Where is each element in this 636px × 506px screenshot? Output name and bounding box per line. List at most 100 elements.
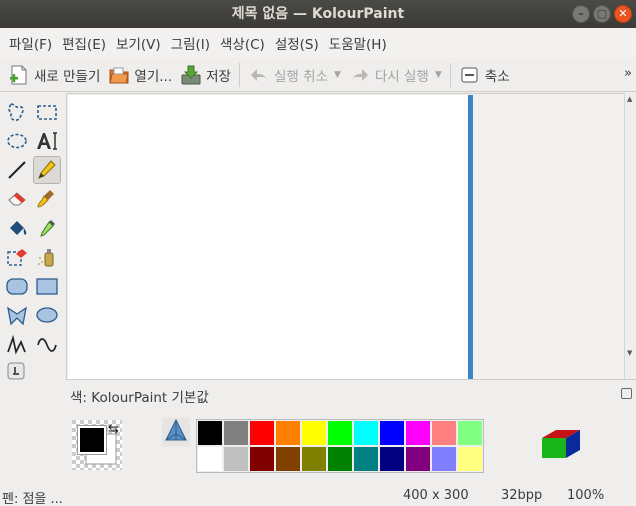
- pen-tool-icon: [38, 160, 56, 179]
- redo-button[interactable]: 다시 실행 ▼: [345, 61, 446, 89]
- ellipse-tool[interactable]: [34, 302, 60, 328]
- zoom-out-button[interactable]: 축소: [455, 61, 514, 89]
- rectangle-tool[interactable]: [34, 273, 60, 299]
- menu-bar: 파일(F) 편집(E) 보기(V) 그림(I) 색상(C) 설정(S) 도움말(…: [0, 28, 636, 58]
- canvas-viewport: [66, 93, 624, 379]
- palette-swatch[interactable]: [353, 420, 379, 446]
- rectangle-icon: [36, 278, 58, 295]
- title-bar: 제목 없음 — KolourPaint – ▢ ✕: [0, 0, 636, 28]
- zoom-out-button-label: 축소: [484, 68, 510, 85]
- color-panel: 색: KolourPaint 기본값 ⇆: [66, 379, 636, 485]
- color-gradient-icon[interactable]: [162, 418, 190, 450]
- brush-tool[interactable]: [34, 186, 60, 212]
- curve-tool[interactable]: [34, 331, 60, 357]
- palette-swatch[interactable]: [405, 420, 431, 446]
- foreground-color-swatch[interactable]: [77, 425, 107, 455]
- menu-help[interactable]: 도움말(H): [324, 33, 392, 53]
- polygon-icon: [7, 306, 27, 326]
- curve-icon: [37, 338, 57, 352]
- redo-dropdown-icon[interactable]: ▼: [435, 70, 442, 80]
- close-button[interactable]: ✕: [614, 5, 632, 23]
- open-button-label: 열기...: [134, 68, 173, 85]
- undo-dropdown-icon[interactable]: ▼: [334, 70, 341, 80]
- palette-swatch[interactable]: [431, 420, 457, 446]
- spraycan-icon: [38, 249, 54, 267]
- menu-file[interactable]: 파일(F): [4, 33, 57, 53]
- scroll-down-icon[interactable]: ▼: [627, 349, 632, 357]
- palette-swatch[interactable]: [197, 420, 223, 446]
- rectangular-selection-icon: [37, 105, 57, 120]
- redo-arrow-icon: [349, 64, 371, 86]
- free-form-selection-icon: [8, 103, 24, 121]
- paint-bucket-icon: [10, 221, 27, 235]
- color-palette: [196, 419, 484, 473]
- save-button[interactable]: 저장: [176, 61, 235, 89]
- rounded-rectangle-tool[interactable]: [4, 273, 30, 299]
- line-tool-icon: [8, 161, 26, 179]
- elliptical-selection-tool[interactable]: [4, 128, 30, 154]
- color-eraser-tool[interactable]: [4, 244, 30, 270]
- palette-swatch[interactable]: [301, 420, 327, 446]
- palette-swatch[interactable]: [431, 446, 457, 472]
- palette-swatch[interactable]: [457, 420, 483, 446]
- menu-edit[interactable]: 편집(E): [57, 33, 111, 53]
- polyline-tool[interactable]: [4, 331, 30, 357]
- palette-swatch[interactable]: [301, 446, 327, 472]
- menu-settings[interactable]: 설정(S): [270, 33, 324, 53]
- vertical-scrollbar[interactable]: ▲ ▼: [624, 93, 636, 379]
- flood-fill-tool[interactable]: [4, 215, 30, 241]
- palette-swatch[interactable]: [223, 420, 249, 446]
- free-form-selection-tool[interactable]: [4, 99, 30, 125]
- save-icon: [180, 64, 202, 86]
- palette-swatch[interactable]: [223, 446, 249, 472]
- menu-colors[interactable]: 색상(C): [215, 33, 270, 53]
- palette-swatch[interactable]: [327, 446, 353, 472]
- window-title: 제목 없음 — KolourPaint: [231, 6, 405, 22]
- scroll-up-icon[interactable]: ▲: [627, 95, 632, 103]
- status-bar: 펜: 점을 ... 400 x 300 32bpp 100%: [0, 485, 636, 506]
- color-picker-tool[interactable]: [34, 215, 60, 241]
- toolbar-overflow-button[interactable]: »: [624, 66, 632, 81]
- status-message: 펜: 점을 ...: [2, 492, 63, 506]
- palette-swatch[interactable]: [405, 446, 431, 472]
- pen-tool[interactable]: [33, 156, 61, 184]
- color-palette-label: 색: KolourPaint 기본값: [70, 390, 209, 406]
- eraser-tool[interactable]: [4, 186, 30, 212]
- palette-swatch[interactable]: [379, 446, 405, 472]
- eraser-icon: [8, 192, 26, 206]
- palette-swatch[interactable]: [197, 446, 223, 472]
- text-tool[interactable]: [34, 128, 60, 154]
- panel-float-button[interactable]: [621, 388, 632, 399]
- palette-swatch[interactable]: [327, 420, 353, 446]
- line-tool[interactable]: [4, 157, 30, 183]
- text-tool-icon: [37, 132, 57, 150]
- palette-swatch[interactable]: [249, 420, 275, 446]
- palette-swatch[interactable]: [353, 446, 379, 472]
- polygon-tool[interactable]: [4, 302, 30, 328]
- dual-color-selector[interactable]: ⇆: [72, 420, 122, 470]
- swap-colors-icon[interactable]: ⇆: [108, 422, 119, 437]
- color-depth-readout: 32bpp: [501, 488, 543, 503]
- menu-view[interactable]: 보기(V): [111, 33, 166, 53]
- ellipse-icon: [36, 307, 58, 323]
- palette-swatch[interactable]: [275, 420, 301, 446]
- palette-swatch[interactable]: [379, 420, 405, 446]
- maximize-button[interactable]: ▢: [593, 5, 611, 23]
- open-button[interactable]: 열기...: [104, 61, 176, 89]
- palette-swatch[interactable]: [275, 446, 301, 472]
- undo-button[interactable]: 실행 취소 ▼: [244, 61, 345, 89]
- minimize-button[interactable]: –: [572, 5, 590, 23]
- menu-image[interactable]: 그림(I): [166, 33, 215, 53]
- spraycan-tool[interactable]: [34, 244, 60, 270]
- canvas-resize-handle[interactable]: [468, 95, 473, 379]
- palette-swatch[interactable]: [249, 446, 275, 472]
- toolbar-separator: [238, 62, 240, 87]
- tool-options-toggle[interactable]: [6, 361, 26, 381]
- undo-button-label: 실행 취소: [273, 68, 328, 85]
- new-button[interactable]: 새로 만들기: [4, 61, 104, 89]
- palette-swatch[interactable]: [457, 446, 483, 472]
- drawing-canvas[interactable]: [68, 95, 468, 379]
- rectangular-selection-tool[interactable]: [34, 99, 60, 125]
- image-size-readout: 400 x 300: [403, 488, 469, 503]
- color-similarity-cube-icon[interactable]: [540, 424, 584, 468]
